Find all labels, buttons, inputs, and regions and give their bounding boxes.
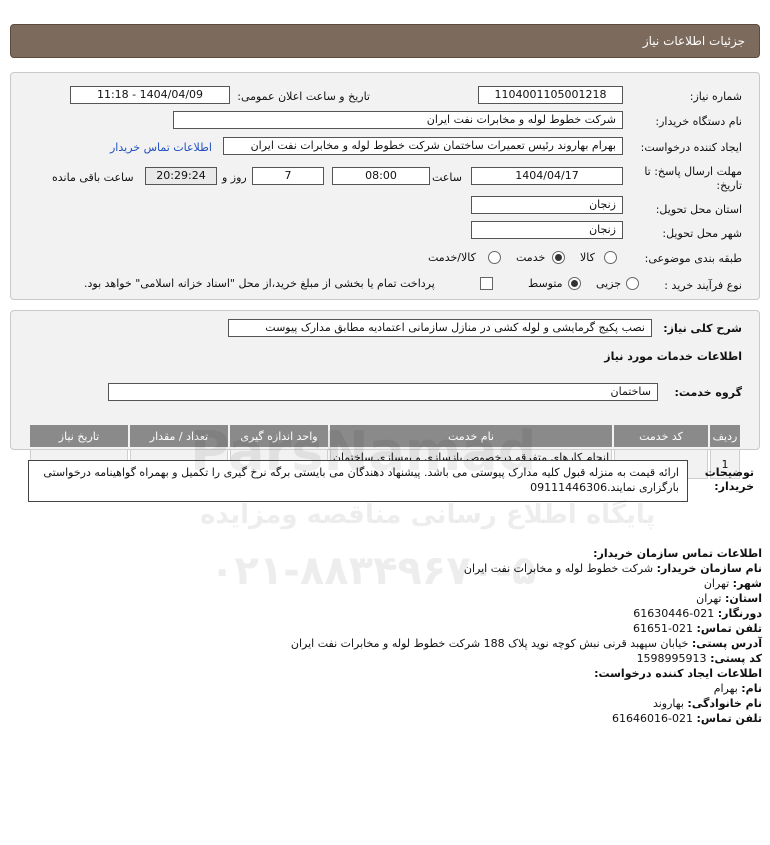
creator-name-line: نام: بهرام (12, 681, 762, 696)
category-goods-service-label: کالا/خدمت (428, 251, 476, 264)
days-remaining-field: 7 (252, 167, 324, 185)
deadline-time-field: 08:00 (332, 167, 430, 185)
contact-address-label: آدرس پستی: (691, 637, 762, 650)
process-medium-label: متوسط (528, 277, 563, 290)
creator-phone-line: تلفن تماس: 021-61646016 (12, 711, 762, 726)
creator-info-title: اطلاعات ایجاد کننده درخواست: (594, 667, 762, 680)
need-number-field: 1104001105001218 (478, 86, 623, 104)
contact-fax-label: دورنگار: (717, 607, 762, 620)
category-service-radio[interactable] (552, 251, 565, 264)
creator-family-value: بهاروند (652, 697, 684, 710)
days-label: روز و (222, 171, 247, 184)
services-section-title: اطلاعات خدمات مورد نیاز (604, 350, 742, 363)
contact-city-label: شهر: (732, 577, 762, 590)
contact-phone-line: تلفن تماس: 021-61651 (12, 621, 762, 636)
category-label: طبقه بندی موضوعی: (644, 252, 742, 265)
contact-postal-label: کد پستی: (710, 652, 762, 665)
remaining-time-label: ساعت باقی مانده (52, 171, 134, 184)
watermark-phone: ۰۲۱-۸۸۳۴۹۶۷۰-۵ (210, 548, 537, 594)
service-group-field: ساختمان (108, 383, 658, 401)
contact-address-line: آدرس پستی: خیابان سپهبد قرنی نبش کوچه نو… (12, 636, 762, 651)
page-title: جزئیات اطلاعات نیاز (642, 34, 745, 48)
contact-fax-line: دورنگار: 021-61630446 (12, 606, 762, 621)
page-header: جزئیات اطلاعات نیاز (10, 24, 760, 58)
deadline-label: مهلت ارسال پاسخ: تا تاریخ: (644, 165, 742, 192)
col-need-date: تاریخ نیاز (30, 425, 128, 447)
contact-phone-label: تلفن تماس: (696, 622, 762, 635)
process-medium-radio[interactable] (568, 277, 581, 290)
contact-fax-value: 021-61630446 (633, 607, 715, 620)
contact-province-label: استان: (725, 592, 762, 605)
service-group-label: گروه خدمت: (674, 386, 742, 399)
creator-phone-label: تلفن تماس: (696, 712, 762, 725)
contact-province-value: تهران (696, 592, 722, 605)
contact-org-label: نام سازمان خریدار: (656, 562, 762, 575)
category-goods-radio[interactable] (604, 251, 617, 264)
creator-family-line: نام خانوادگی: بهاروند (12, 696, 762, 711)
city-label: شهر محل تحویل: (662, 227, 742, 240)
category-goods-service-radio[interactable] (488, 251, 501, 264)
process-minor-radio[interactable] (626, 277, 639, 290)
buyer-org-field: شرکت خطوط لوله و مخابرات نفت ایران (173, 111, 623, 129)
category-goods-label: کالا (580, 251, 595, 264)
process-label: نوع فرآیند خرید : (664, 279, 742, 292)
buyer-contact-link[interactable]: اطلاعات تماس خریدار (110, 141, 212, 154)
creator-field: بهرام بهاروند رئیس تعمیرات ساختمان شرکت … (223, 137, 623, 155)
contact-phone-value: 021-61651 (633, 622, 694, 635)
category-service-label: خدمت (516, 251, 546, 264)
city-field: زنجان (471, 221, 623, 239)
contact-postal-value: 1598995913 (636, 652, 707, 665)
col-service-code: کد خدمت (614, 425, 708, 447)
announce-date-label: تاریخ و ساعت اعلان عمومی: (237, 90, 370, 103)
contact-city-value: تهران (703, 577, 730, 590)
watermark-tagline: پایگاه اطلاع رسانی مناقصه ومزایده (200, 500, 656, 530)
buyer-org-label: نام دستگاه خریدار: (655, 115, 742, 128)
buyer-notes-label: توضیحات خریدار: (704, 466, 754, 493)
creator-family-label: نام خانوادگی: (687, 697, 762, 710)
province-label: استان محل تحویل: (655, 203, 742, 216)
deadline-date-field: 1404/04/17 (471, 167, 623, 185)
creator-phone-value: 021-61646016 (612, 712, 694, 725)
time-label: ساعت (432, 171, 462, 184)
process-minor-label: جزیی (596, 277, 622, 290)
remaining-time-field: 20:29:24 (145, 167, 217, 185)
contact-postal-line: کد پستی: 1598995913 (12, 651, 762, 666)
announce-date-field: 1404/04/09 - 11:18 (70, 86, 230, 104)
creator-label: ایجاد کننده درخواست: (640, 141, 742, 154)
creator-name-value: بهرام (713, 682, 738, 695)
treasury-payment-checkbox[interactable] (480, 277, 493, 290)
contact-address-value: خیابان سپهبد قرنی نبش کوچه نوید پلاک 188… (290, 637, 689, 650)
watermark-brand: ParsNamad (190, 420, 537, 483)
treasury-payment-note: پرداخت تمام یا بخشی از مبلغ خرید،از محل … (84, 277, 435, 290)
province-field: زنجان (471, 196, 623, 214)
summary-field: نصب پکیج گرمایشی و لوله کشی در منازل ساز… (228, 319, 652, 337)
col-row: ردیف (710, 425, 740, 447)
creator-name-label: نام: (741, 682, 762, 695)
need-number-label: شماره نیاز: (689, 90, 742, 103)
summary-label: شرح کلی نیاز: (663, 322, 742, 335)
